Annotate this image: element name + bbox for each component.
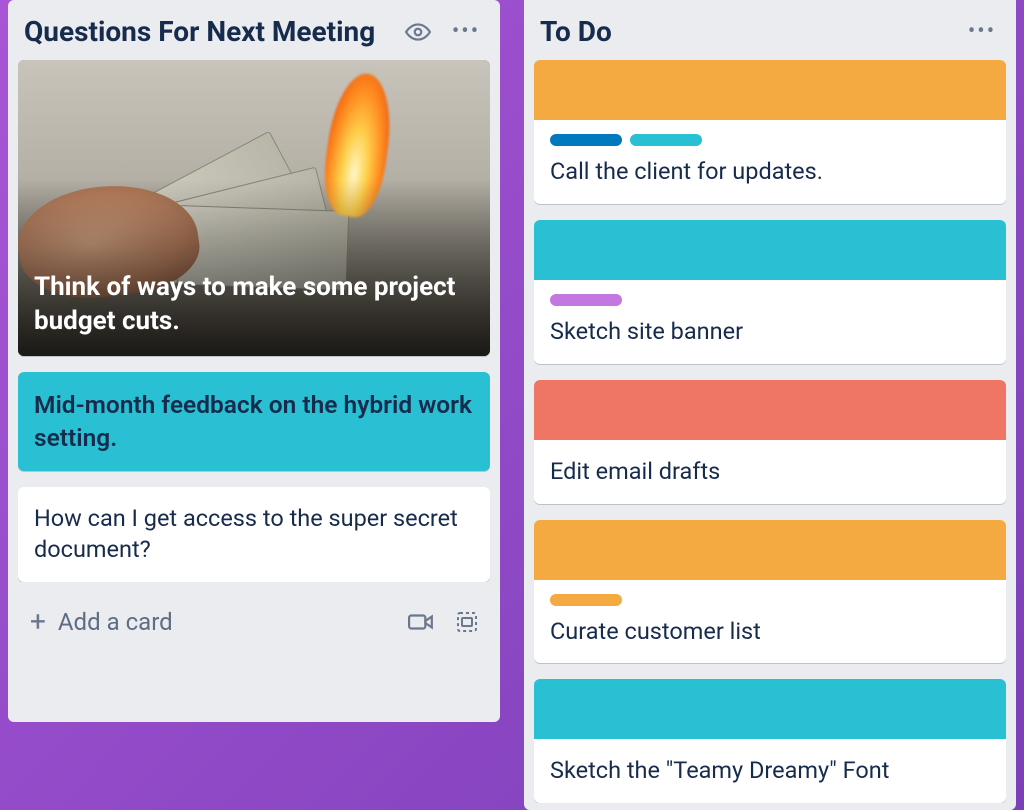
card-title: How can I get access to the super secret… bbox=[34, 503, 474, 566]
list-header: To Do ••• bbox=[524, 0, 1016, 60]
card-cover-strip bbox=[534, 380, 1006, 440]
card-title: Call the client for updates. bbox=[550, 156, 990, 188]
card-labels bbox=[534, 580, 1006, 606]
card-title: Edit email drafts bbox=[550, 456, 990, 488]
more-icon[interactable]: ••• bbox=[964, 14, 1000, 50]
card-cover-strip bbox=[534, 60, 1006, 120]
label-purple[interactable] bbox=[550, 294, 622, 306]
list-todo: To Do ••• Call the client for updates. S… bbox=[524, 0, 1016, 810]
card-title: Curate customer list bbox=[550, 616, 990, 648]
card-title: Mid-month feedback on the hybrid work se… bbox=[34, 388, 474, 454]
card-edit-emails[interactable]: Edit email drafts bbox=[534, 380, 1006, 504]
card-sketch-banner[interactable]: Sketch site banner bbox=[534, 220, 1006, 364]
card-cover-strip bbox=[534, 520, 1006, 580]
list-footer: + Add a card bbox=[8, 588, 500, 658]
video-icon[interactable] bbox=[404, 605, 438, 639]
card-cover-strip bbox=[534, 679, 1006, 739]
label-teal[interactable] bbox=[630, 134, 702, 146]
add-card-label: Add a card bbox=[58, 608, 173, 636]
label-blue[interactable] bbox=[550, 134, 622, 146]
card-cover-image: Think of ways to make some project budge… bbox=[18, 60, 490, 356]
label-orange[interactable] bbox=[550, 594, 622, 606]
list-title[interactable]: To Do bbox=[540, 14, 952, 50]
list-title[interactable]: Questions For Next Meeting bbox=[24, 14, 388, 50]
card-call-client[interactable]: Call the client for updates. bbox=[534, 60, 1006, 204]
list-questions: Questions For Next Meeting ••• Think of … bbox=[8, 0, 500, 722]
template-icon[interactable] bbox=[450, 605, 484, 639]
card-title: Think of ways to make some project budge… bbox=[18, 253, 490, 357]
card-title: Sketch the "Teamy Dreamy" Font bbox=[550, 755, 990, 787]
card-labels bbox=[534, 120, 1006, 146]
card-labels bbox=[534, 280, 1006, 306]
card-secret-document[interactable]: How can I get access to the super secret… bbox=[18, 487, 490, 582]
card-hybrid-feedback[interactable]: Mid-month feedback on the hybrid work se… bbox=[18, 372, 490, 470]
add-card-button[interactable]: + Add a card bbox=[24, 600, 392, 644]
card-budget-cuts[interactable]: Think of ways to make some project budge… bbox=[18, 60, 490, 356]
plus-icon: + bbox=[30, 608, 46, 636]
cards-container: Call the client for updates. Sketch site… bbox=[524, 60, 1016, 803]
cards-container: Think of ways to make some project budge… bbox=[8, 60, 500, 582]
card-title: Sketch site banner bbox=[550, 316, 990, 348]
card-cover-strip bbox=[534, 220, 1006, 280]
card-teamy-font[interactable]: Sketch the "Teamy Dreamy" Font bbox=[534, 679, 1006, 803]
list-header: Questions For Next Meeting ••• bbox=[8, 0, 500, 60]
more-icon[interactable]: ••• bbox=[448, 14, 484, 50]
eye-icon[interactable] bbox=[400, 14, 436, 50]
card-curate-customers[interactable]: Curate customer list bbox=[534, 520, 1006, 664]
